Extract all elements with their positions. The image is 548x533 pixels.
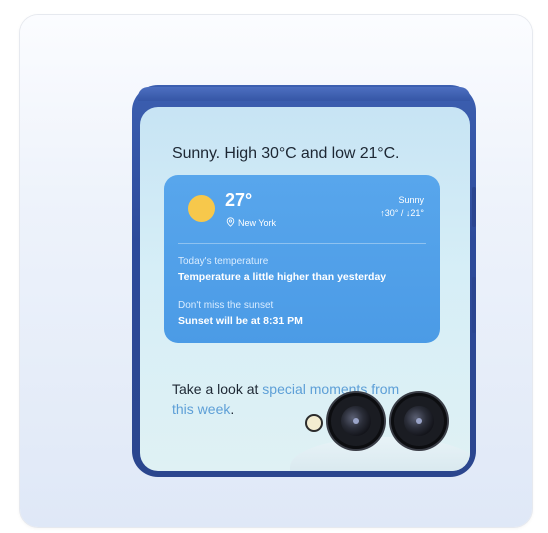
flash-icon: [305, 414, 323, 432]
weather-headline: Sunny. High 30°C and low 21°C.: [172, 145, 400, 162]
promo-card: Sunny. High 30°C and low 21°C. 27° New Y…: [20, 15, 532, 527]
sunset-value: Sunset will be at 8:31 PM: [178, 315, 303, 327]
weather-condition: Sunny: [398, 195, 424, 205]
background-hill: [290, 437, 470, 471]
divider: [178, 243, 426, 244]
phone-hinge: [138, 87, 470, 101]
moments-prefix: Take a look at: [172, 381, 263, 397]
side-button: [472, 277, 476, 333]
camera-lens-icon: [328, 393, 384, 449]
sun-icon: [188, 195, 215, 222]
moments-suffix: .: [230, 401, 235, 417]
location-label: New York: [238, 218, 277, 228]
camera-lens-icon: [391, 393, 447, 449]
current-temperature: 27°: [225, 190, 253, 210]
cover-screen: Sunny. High 30°C and low 21°C. 27° New Y…: [140, 107, 470, 471]
weather-card[interactable]: 27° New York Sunny ↑30° / ↓21° Today's t…: [164, 175, 440, 343]
location-pin-icon: [226, 217, 235, 229]
temperature-value: Temperature a little higher than yesterd…: [178, 271, 387, 283]
side-button: [472, 187, 476, 227]
sunset-label: Don't miss the sunset: [178, 300, 274, 311]
high-low-temperature: ↑30° / ↓21°: [380, 208, 424, 218]
temperature-label: Today's temperature: [178, 256, 269, 267]
location-row: New York: [226, 217, 276, 229]
